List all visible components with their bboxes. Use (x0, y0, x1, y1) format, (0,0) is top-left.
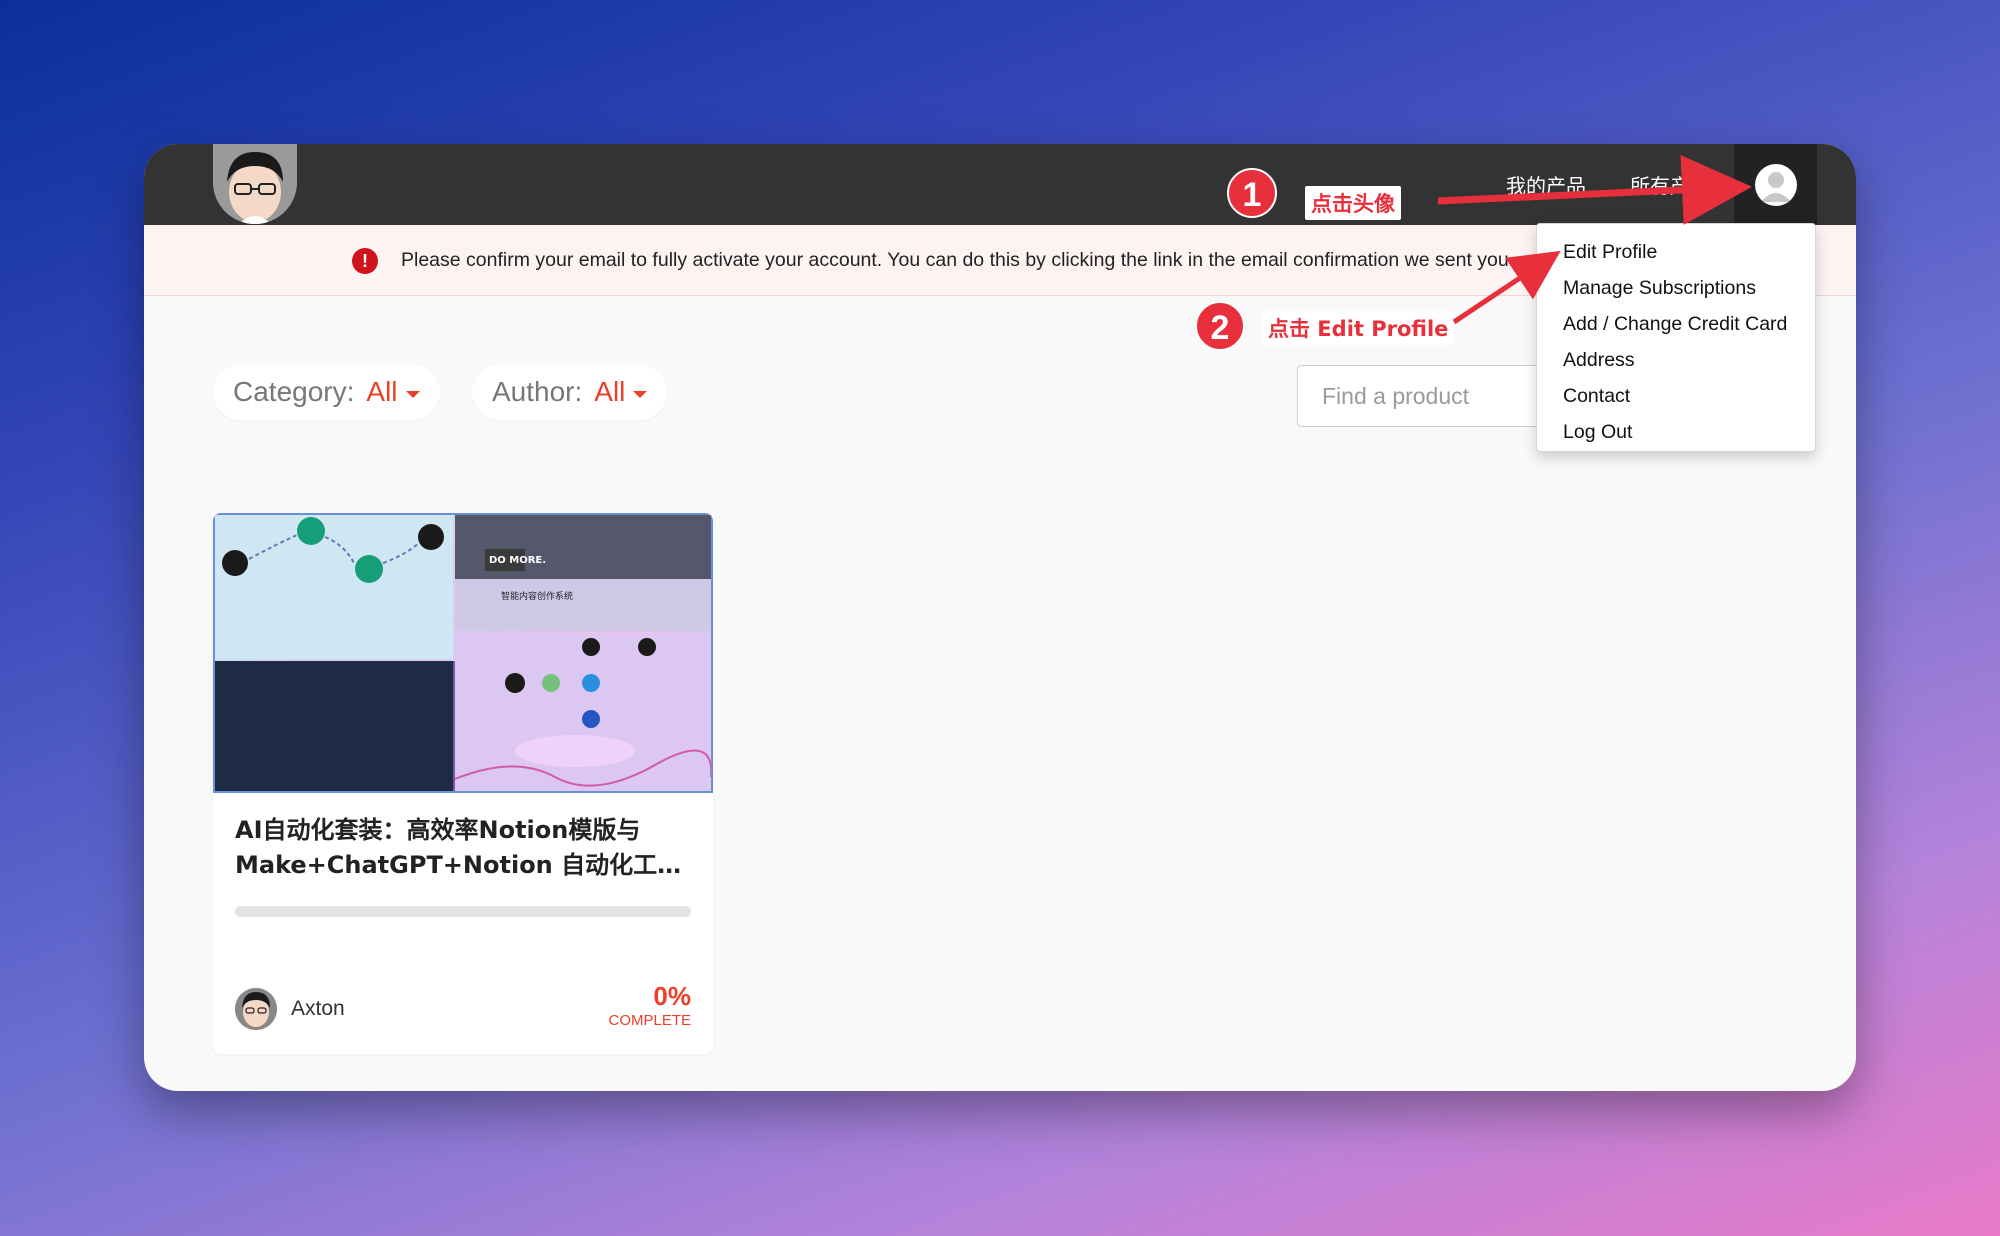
menu-item-edit-profile[interactable]: Edit Profile (1537, 234, 1815, 270)
product-title[interactable]: AI自动化套装：高效率Notion模版与 Make+ChatGPT+Notion… (235, 813, 695, 883)
step-2-label: 点击 Edit Profile (1262, 311, 1455, 345)
caret-down-icon (405, 390, 420, 398)
author-avatar (235, 988, 277, 1030)
nav-link-my-products[interactable]: 我的产品 (1506, 170, 1586, 199)
step-2-badge: 2 (1195, 301, 1245, 351)
menu-item-manage-subscriptions[interactable]: Manage Subscriptions (1537, 270, 1815, 306)
menu-item-log-out[interactable]: Log Out (1537, 414, 1815, 450)
app-window: 我的产品 所有产 ! Please confirm your email to … (144, 144, 1856, 1091)
menu-item-address[interactable]: Address (1537, 342, 1815, 378)
thumb-text-domore: DO MORE. (489, 555, 546, 566)
user-avatar-icon (1754, 163, 1797, 206)
user-avatar-button[interactable] (1734, 144, 1817, 225)
progress-complete-label: COMPLETE (608, 1012, 691, 1029)
author-filter-label: Author: (492, 376, 583, 407)
course-progress-bar (235, 906, 691, 917)
user-dropdown-menu: Edit Profile Manage Subscriptions Add / … (1536, 223, 1816, 452)
category-filter-value: All (366, 376, 398, 407)
step-1-badge: 1 (1227, 168, 1277, 218)
exclamation-circle-icon: ! (352, 248, 378, 274)
thumbnail-collage-icon: DO MORE. 智能内容创作系统 (215, 515, 711, 791)
author-portrait-icon (235, 988, 277, 1030)
menu-item-contact[interactable]: Contact (1537, 378, 1815, 414)
author-name[interactable]: Axton (291, 997, 345, 1021)
step-1-label: 点击头像 (1305, 186, 1401, 220)
logo-portrait-icon (213, 144, 297, 224)
category-filter-label: Category: (233, 376, 355, 407)
category-filter[interactable]: Category: All (213, 364, 440, 420)
alert-message: Please confirm your email to fully activ… (401, 249, 1515, 271)
progress-percent: 0% (653, 981, 691, 1011)
nav-link-all-products[interactable]: 所有产 (1630, 170, 1690, 199)
menu-item-credit-card[interactable]: Add / Change Credit Card (1537, 306, 1815, 342)
product-thumbnail[interactable]: DO MORE. 智能内容创作系统 (213, 513, 713, 793)
product-card[interactable]: DO MORE. 智能内容创作系统 AI自动化套装：高效率Notion模版与 M… (213, 513, 713, 1054)
thumb-text-system: 智能内容创作系统 (501, 590, 573, 602)
author-filter[interactable]: Author: All (472, 364, 668, 420)
caret-down-icon (633, 390, 648, 398)
product-title-line2: Make+ChatGPT+Notion 自动化工作... (235, 851, 695, 879)
site-logo-avatar[interactable] (213, 144, 297, 224)
product-title-line1: AI自动化套装：高效率Notion模版与 (235, 816, 641, 844)
top-navbar: 我的产品 所有产 (144, 144, 1856, 225)
author-filter-value: All (594, 376, 626, 407)
